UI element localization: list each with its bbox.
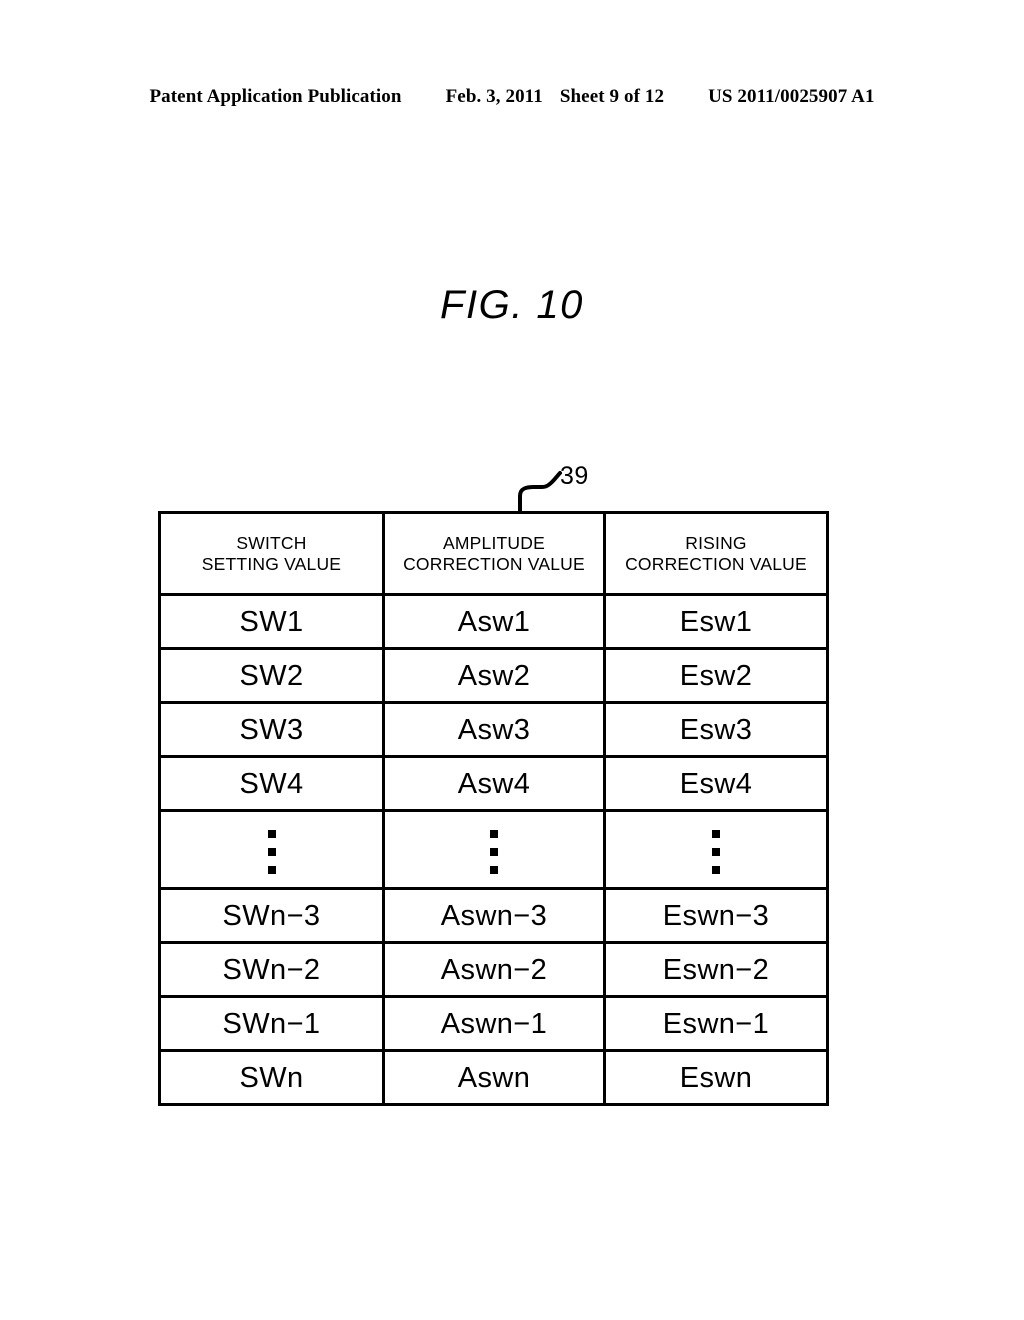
column-header-line2: SETTING VALUE <box>201 553 342 574</box>
cell-switch-setting-value: SWn <box>158 1049 385 1106</box>
cell-switch-setting-value: SW3 <box>158 701 385 758</box>
cell-switch-setting-value: SWn−1 <box>158 995 385 1052</box>
cell-amplitude-correction: Aswn−1 <box>382 995 606 1052</box>
cell-switch-setting-value: SW2 <box>158 647 385 704</box>
cell-amplitude-correction: Asw2 <box>382 647 606 704</box>
table-row: SWn−1 Aswn−1 Eswn−1 <box>158 995 829 1052</box>
cell-rising-correction: Esw3 <box>603 701 829 758</box>
page-running-head: Patent Application Publication Feb. 3, 2… <box>0 86 1024 112</box>
table-header-row: SWITCH SETTING VALUE AMPLITUDE CORRECTIO… <box>158 511 829 596</box>
cell-amplitude-correction: Aswn <box>382 1049 606 1106</box>
cell-switch-setting-value: SW4 <box>158 755 385 812</box>
reference-callout: 39 <box>500 462 620 518</box>
cell-rising-correction: Eswn−1 <box>603 995 829 1052</box>
correction-value-table: SWITCH SETTING VALUE AMPLITUDE CORRECTIO… <box>158 511 829 1106</box>
vertical-ellipsis-icon <box>385 822 603 878</box>
cell-ellipsis-amplitude <box>382 809 606 890</box>
table-row: SW3 Asw3 Esw3 <box>158 701 829 758</box>
cell-switch-setting-value: SWn−2 <box>158 941 385 998</box>
cell-rising-correction: Esw4 <box>603 755 829 812</box>
cell-switch-setting-value: SW1 <box>158 593 385 650</box>
cell-amplitude-correction: Asw4 <box>382 755 606 812</box>
table-row: SW2 Asw2 Esw2 <box>158 647 829 704</box>
column-header-line2: CORRECTION VALUE <box>403 553 585 574</box>
publication-label: Patent Application Publication <box>149 86 402 107</box>
column-header-line1: SWITCH <box>236 532 307 553</box>
table-row-ellipsis <box>158 809 829 890</box>
cell-amplitude-correction: Asw1 <box>382 593 606 650</box>
cell-amplitude-correction: Asw3 <box>382 701 606 758</box>
vertical-ellipsis-icon <box>606 822 826 878</box>
table-row: SW4 Asw4 Esw4 <box>158 755 829 812</box>
column-header-rising-correction-value: RISING CORRECTION VALUE <box>603 511 829 596</box>
table-row: SWn−2 Aswn−2 Eswn−2 <box>158 941 829 998</box>
column-header-line2: CORRECTION VALUE <box>625 553 807 574</box>
cell-ellipsis-rising <box>603 809 829 890</box>
column-header-amplitude-correction-value: AMPLITUDE CORRECTION VALUE <box>382 511 606 596</box>
cell-rising-correction: Esw2 <box>603 647 829 704</box>
cell-rising-correction: Esw1 <box>603 593 829 650</box>
table-row: SW1 Asw1 Esw1 <box>158 593 829 650</box>
column-header-switch-setting-value: SWITCH SETTING VALUE <box>158 511 385 596</box>
cell-amplitude-correction: Aswn−3 <box>382 887 606 944</box>
table-row: SWn Aswn Eswn <box>158 1049 829 1106</box>
vertical-ellipsis-icon <box>161 822 382 878</box>
column-header-line1: RISING <box>685 532 747 553</box>
cell-ellipsis-switch <box>158 809 385 890</box>
cell-rising-correction: Eswn <box>603 1049 829 1106</box>
cell-rising-correction: Eswn−3 <box>603 887 829 944</box>
cell-switch-setting-value: SWn−3 <box>158 887 385 944</box>
cell-rising-correction: Eswn−2 <box>603 941 829 998</box>
reference-numeral: 39 <box>560 462 589 490</box>
cell-amplitude-correction: Aswn−2 <box>382 941 606 998</box>
publication-date: Feb. 3, 2011 <box>445 86 543 107</box>
sheet-number: Sheet 9 of 12 <box>559 86 665 107</box>
table-row: SWn−3 Aswn−3 Eswn−3 <box>158 887 829 944</box>
patent-number: US 2011/0025907 A1 <box>708 86 875 107</box>
column-header-line1: AMPLITUDE <box>443 532 545 553</box>
figure-title: FIG. 10 <box>440 283 584 327</box>
